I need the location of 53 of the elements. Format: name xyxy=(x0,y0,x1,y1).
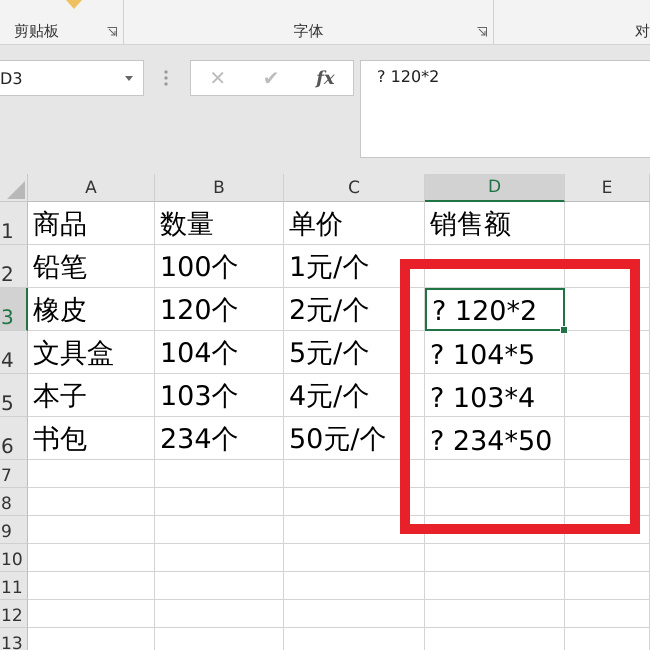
row-header[interactable]: 5 xyxy=(0,374,28,417)
row-header[interactable]: 7 xyxy=(0,460,28,488)
cell-text: 销售额 xyxy=(430,208,511,242)
row-header[interactable]: 4 xyxy=(0,331,28,374)
drag-handle-icon[interactable] xyxy=(164,70,168,86)
column-header[interactable]: C xyxy=(284,174,425,202)
row-header[interactable]: 6 xyxy=(0,417,28,460)
row-header[interactable]: 13 xyxy=(0,628,28,650)
cell-text: 数量 xyxy=(160,208,214,242)
row-header[interactable]: 1 xyxy=(0,202,28,245)
cell-text: 单价 xyxy=(289,208,343,242)
cell-text: ? 104*5 xyxy=(430,340,536,371)
cell-text: 橡皮 xyxy=(33,294,87,328)
name-box[interactable]: D3 xyxy=(0,60,144,96)
ribbon-group-label: 剪贴板 xyxy=(14,22,59,40)
corner-triangle-icon xyxy=(7,181,25,199)
dialog-launcher-icon[interactable] xyxy=(107,27,117,37)
ribbon-group-label: 字体 xyxy=(294,22,324,40)
insert-function-button[interactable]: fx xyxy=(316,68,335,88)
cell-text: 5元/个 xyxy=(289,337,370,371)
column-header[interactable]: B xyxy=(155,174,284,202)
cell-text: 50元/个 xyxy=(289,423,386,457)
cell-text: 文具盒 xyxy=(33,337,114,371)
cell-text: 2元/个 xyxy=(289,294,370,328)
cell-text: 4元/个 xyxy=(289,380,370,414)
cell-text: 铅笔 xyxy=(33,251,87,285)
cell-text: ? 234*50 xyxy=(430,426,552,457)
row-header[interactable]: 10 xyxy=(0,544,28,572)
cell-text: 104个 xyxy=(160,337,239,371)
column-header[interactable]: A xyxy=(28,174,155,202)
cell-text: 120个 xyxy=(160,294,239,328)
cell-text: ? 120*2 xyxy=(432,296,538,327)
row-header[interactable]: 11 xyxy=(0,572,28,600)
row-header[interactable]: 2 xyxy=(0,245,28,288)
dialog-launcher-icon[interactable] xyxy=(477,27,487,37)
row-header[interactable]: 8 xyxy=(0,488,28,516)
cell-text: 1元/个 xyxy=(289,251,370,285)
cell-text: 234个 xyxy=(160,423,239,457)
cell-text: 100个 xyxy=(160,251,239,285)
fill-handle[interactable] xyxy=(560,326,568,334)
row-header[interactable]: 3 xyxy=(0,288,28,331)
cell-text: 商品 xyxy=(33,208,87,242)
formula-field[interactable]: ? 120*2 xyxy=(360,60,650,158)
cell-text: ? 103*4 xyxy=(430,383,536,414)
cell-text: 103个 xyxy=(160,380,239,414)
row-header[interactable]: 12 xyxy=(0,600,28,628)
caret-icon[interactable] xyxy=(125,76,133,80)
column-header[interactable]: D xyxy=(425,174,565,202)
column-header[interactable]: E xyxy=(565,174,650,202)
row-header[interactable]: 9 xyxy=(0,516,28,544)
cell-text: 书包 xyxy=(33,423,87,457)
cell-text: 本子 xyxy=(33,380,87,414)
ribbon-group-label: 对 xyxy=(635,22,650,40)
